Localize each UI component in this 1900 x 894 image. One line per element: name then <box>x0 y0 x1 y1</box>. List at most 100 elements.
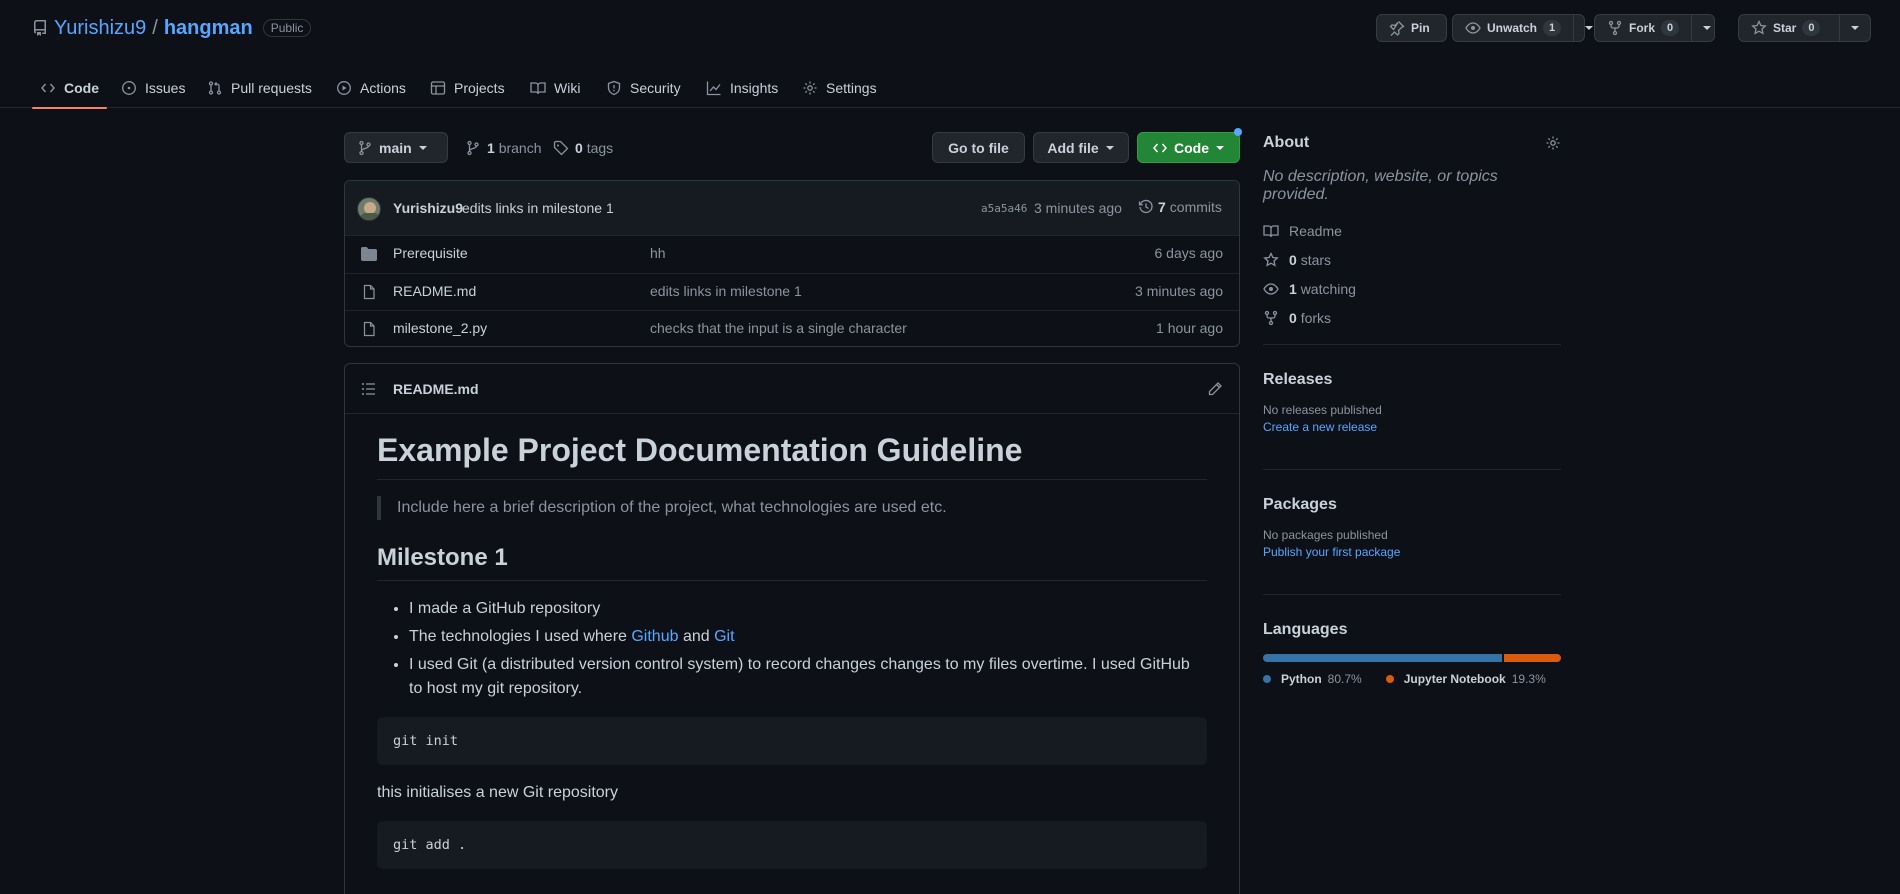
file-time: 3 minutes ago <box>1135 283 1223 299</box>
releases-title[interactable]: Releases <box>1263 371 1561 389</box>
tab-settings[interactable]: Settings <box>802 68 877 108</box>
github-link[interactable]: Github <box>631 628 678 645</box>
publish-package-link[interactable]: Publish your first package <box>1263 545 1561 559</box>
commits-link[interactable]: 7 commits <box>1138 199 1222 215</box>
star-icon <box>1263 251 1279 268</box>
visibility-badge: Public <box>262 19 312 37</box>
list-unordered-icon[interactable] <box>361 381 377 397</box>
watching-link[interactable]: 1 watching <box>1263 274 1561 303</box>
file-name[interactable]: README.md <box>393 283 476 299</box>
stars-link[interactable]: 0 stars <box>1263 245 1561 274</box>
fork-main[interactable]: Fork 0 <box>1595 15 1691 41</box>
code-block: git add . <box>377 821 1207 869</box>
language-bar <box>1263 654 1561 662</box>
file-row[interactable]: Prerequisite hh 6 days ago <box>345 236 1239 273</box>
create-release-link[interactable]: Create a new release <box>1263 420 1561 434</box>
star-button[interactable]: Star 0 <box>1738 14 1871 42</box>
gear-icon[interactable] <box>1545 135 1561 151</box>
code-icon <box>40 80 56 96</box>
code-icon <box>1152 140 1168 156</box>
repo-name-link[interactable]: hangman <box>164 17 253 40</box>
file-row[interactable]: milestone_2.py checks that the input is … <box>345 310 1239 347</box>
star-icon <box>1751 20 1767 36</box>
add-file-button[interactable]: Add file <box>1033 132 1129 163</box>
tab-code[interactable]: Code <box>32 68 107 109</box>
go-to-file-button[interactable]: Go to file <box>932 132 1025 163</box>
watch-counter: 1 <box>1543 20 1562 36</box>
tab-insights[interactable]: Insights <box>706 68 778 108</box>
readme-title: Example Project Documentation Guideline <box>377 432 1207 480</box>
unwatch-button[interactable]: Unwatch 1 <box>1452 14 1594 42</box>
tab-security[interactable]: Security <box>606 68 681 108</box>
tab-issues[interactable]: Issues <box>121 68 185 108</box>
tab-label: Pull requests <box>231 80 312 96</box>
issue-icon <box>121 80 137 96</box>
file-commit-message[interactable]: hh <box>650 245 666 261</box>
fork-button[interactable]: Fork 0 <box>1594 14 1715 42</box>
packages-title[interactable]: Packages <box>1263 496 1561 514</box>
fork-counter: 0 <box>1661 20 1680 36</box>
file-icon <box>361 321 377 337</box>
branches-link[interactable]: 1 branch <box>465 132 542 163</box>
tag-count-label: tags <box>586 139 614 156</box>
go-to-file-label: Go to file <box>948 139 1009 156</box>
repo-separator: / <box>152 16 158 39</box>
file-row[interactable]: README.md edits links in milestone 1 3 m… <box>345 273 1239 310</box>
language-item[interactable]: Python 80.7% <box>1263 672 1362 686</box>
book-icon <box>530 80 546 96</box>
packages-section: Packages No packages published Publish y… <box>1263 496 1561 559</box>
fork-icon <box>1607 20 1623 36</box>
star-main[interactable]: Star 0 <box>1739 15 1832 41</box>
tab-label: Actions <box>360 80 406 96</box>
commit-time: 3 minutes ago <box>1034 200 1122 216</box>
tab-label: Code <box>64 80 99 96</box>
repo-owner-link[interactable]: Yurishizu9 <box>54 17 146 40</box>
branch-selector[interactable]: main <box>344 132 448 163</box>
tags-link[interactable]: 0 tags <box>553 132 613 163</box>
commit-sha[interactable]: a5a5a46 <box>981 202 1027 215</box>
tab-actions[interactable]: Actions <box>336 68 406 108</box>
readme-link-label: Readme <box>1289 222 1342 239</box>
list-item: The technologies I used where Github and… <box>409 625 1207 649</box>
commit-author[interactable]: Yurishizu9 <box>393 200 463 216</box>
avatar[interactable] <box>357 197 381 221</box>
fork-dropdown[interactable] <box>1691 15 1722 41</box>
pencil-icon[interactable] <box>1207 381 1223 397</box>
watching-label: watching <box>1300 280 1356 297</box>
tab-label: Projects <box>454 80 505 96</box>
git-link[interactable]: Git <box>714 628 734 645</box>
graph-icon <box>706 80 722 96</box>
about-description: No description, website, or topics provi… <box>1263 168 1498 203</box>
commit-message[interactable]: edits links in milestone 1 <box>462 200 614 216</box>
code-button[interactable]: Code <box>1137 132 1240 163</box>
tab-wiki[interactable]: Wiki <box>530 68 580 108</box>
branch-icon <box>465 140 481 156</box>
branch-icon <box>357 140 373 156</box>
tab-projects[interactable]: Projects <box>430 68 505 108</box>
language-bar-segment <box>1263 654 1502 662</box>
stars-label: stars <box>1300 251 1332 268</box>
file-commit-message[interactable]: checks that the input is a single charac… <box>650 320 907 336</box>
file-name[interactable]: milestone_2.py <box>393 320 487 336</box>
readme-link[interactable]: Readme <box>1263 216 1561 245</box>
file-icon <box>361 284 377 300</box>
file-name[interactable]: Prerequisite <box>393 245 468 261</box>
file-commit-message[interactable]: edits links in milestone 1 <box>650 283 802 299</box>
language-item[interactable]: Jupyter Notebook 19.3% <box>1385 672 1546 686</box>
book-icon <box>1263 223 1279 239</box>
branch-count-label: branch <box>498 139 542 156</box>
unwatch-main[interactable]: Unwatch 1 <box>1453 15 1573 41</box>
languages-section: Languages Python 80.7% Jupyter Notebook 19.… <box>1263 621 1561 686</box>
star-dropdown[interactable] <box>1839 15 1870 41</box>
pin-button[interactable]: Pin <box>1376 14 1447 42</box>
caret-down-icon <box>1215 143 1225 153</box>
readme-panel: README.md Example Project Documentation … <box>344 363 1240 894</box>
language-percent: 19.3% <box>1511 672 1546 686</box>
forks-link[interactable]: 0 forks <box>1263 303 1561 332</box>
readme-filename[interactable]: README.md <box>393 381 479 397</box>
releases-empty: No releases published <box>1263 403 1382 417</box>
eye-icon <box>1263 281 1279 297</box>
tab-label: Insights <box>730 80 779 96</box>
tab-pull-requests[interactable]: Pull requests <box>207 68 312 108</box>
language-bar-segment <box>1503 654 1561 662</box>
